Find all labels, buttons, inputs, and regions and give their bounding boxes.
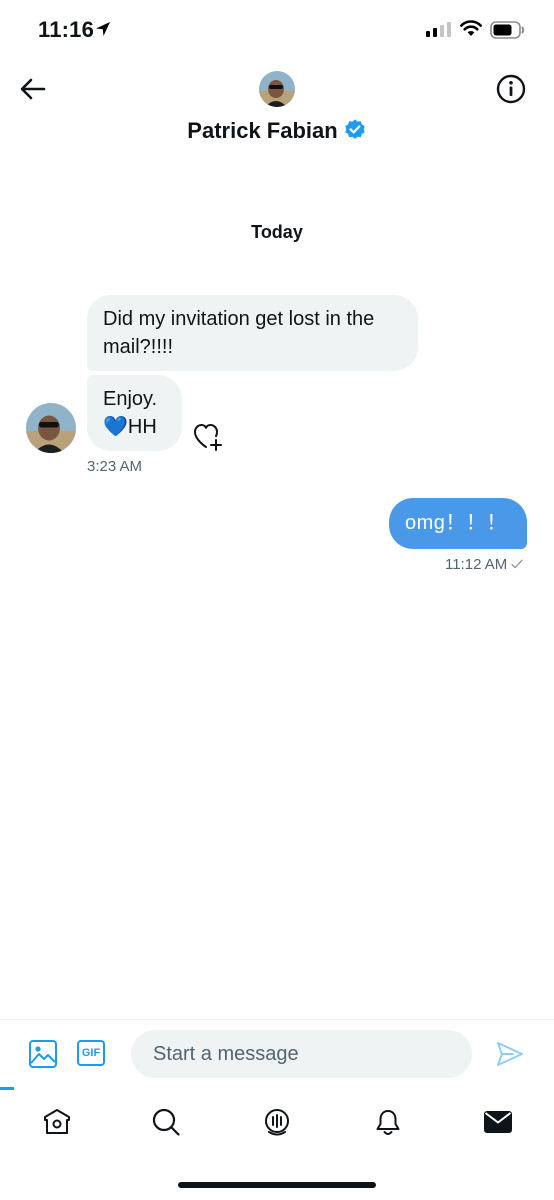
message-text-line: Did my invitation get lost in the [103,308,375,330]
sent-check-icon [511,559,523,569]
verified-badge-icon [344,119,365,140]
wifi-icon [460,20,482,36]
gif-button[interactable]: GIF [77,1040,105,1066]
outgoing-message-bubble[interactable]: omg！！！ [389,498,527,549]
composer-divider [0,1019,554,1020]
status-time: 11:16 [38,17,95,42]
date-divider: Today [251,222,303,242]
message-text-line: mail?!!!! [103,336,174,358]
contact-name-text: Patrick Fabian [187,118,338,143]
incoming-message-bubble[interactable]: Did my invitation get lost in the mail?!… [87,295,418,371]
arrow-left-icon[interactable] [18,76,48,102]
message-input[interactable] [131,1030,472,1078]
tab-indicator [0,1087,14,1090]
contact-name[interactable]: Patrick Fabian [0,118,554,144]
location-arrow-icon [96,22,110,36]
spaces-icon [265,1109,289,1136]
tab-notifications[interactable] [368,1102,408,1142]
cellular-signal-icon [426,22,451,37]
blue-heart-emoji: 💙 [103,416,128,438]
notifications-icon [376,1110,400,1135]
battery-icon [490,21,525,39]
home-icon [44,1109,70,1134]
message-timestamp: 3:23 AM [87,458,143,475]
tab-home[interactable] [37,1102,77,1142]
react-heart-plus-icon[interactable] [192,421,226,453]
messages-icon [484,1111,512,1133]
home-indicator [178,1182,376,1188]
message-text-line: Enjoy. [103,388,158,410]
tab-search[interactable] [146,1102,186,1142]
message-timestamp: 11:12 AM [445,556,508,573]
incoming-message-bubble[interactable]: Enjoy. 💙HH [87,375,182,451]
image-icon[interactable] [28,1039,58,1069]
tab-messages[interactable] [478,1102,518,1142]
send-icon[interactable] [495,1040,525,1068]
message-text-line: HH [127,416,157,438]
search-icon [152,1108,180,1136]
sender-avatar[interactable] [26,403,76,453]
tab-spaces[interactable] [257,1102,297,1142]
info-circle-icon[interactable] [496,74,526,104]
header-avatar[interactable] [259,71,295,107]
